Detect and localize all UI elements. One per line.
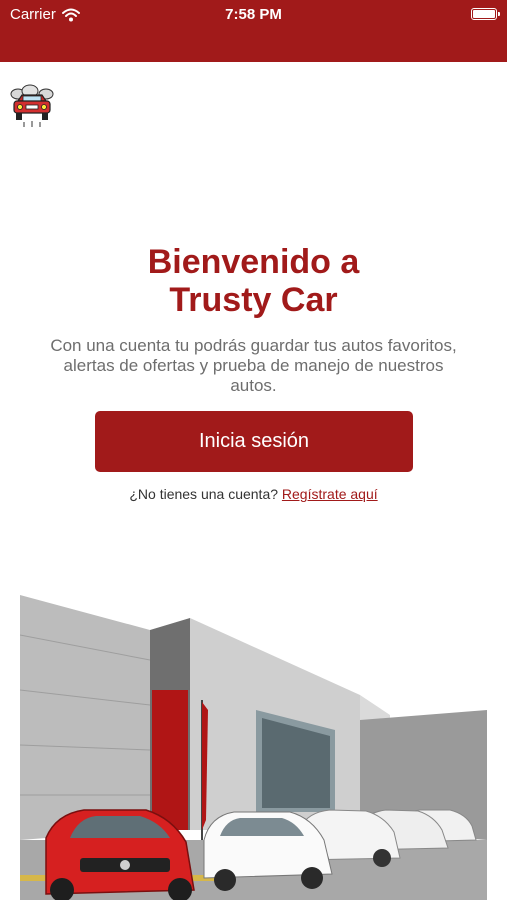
welcome-description: Con una cuenta tu podrás guardar tus aut… xyxy=(50,336,457,395)
dealership-image xyxy=(20,590,487,900)
register-row: ¿No tienes una cuenta? Regístrate aquí xyxy=(0,486,507,502)
welcome-title-line1: Bienvenido a xyxy=(147,243,360,281)
login-button[interactable]: Inicia sesión xyxy=(95,411,413,472)
welcome-title: Bienvenido a Trusty Car xyxy=(0,243,507,319)
battery-icon xyxy=(471,8,500,20)
status-time: 7:58 PM xyxy=(225,6,282,23)
status-bar: Carrier 7:58 PM xyxy=(0,0,507,62)
car-logo-icon xyxy=(10,84,54,127)
welcome-title-line2: Trusty Car xyxy=(169,281,338,319)
register-prompt: ¿No tienes una cuenta? xyxy=(129,486,279,502)
register-link[interactable]: Regístrate aquí xyxy=(282,486,378,502)
